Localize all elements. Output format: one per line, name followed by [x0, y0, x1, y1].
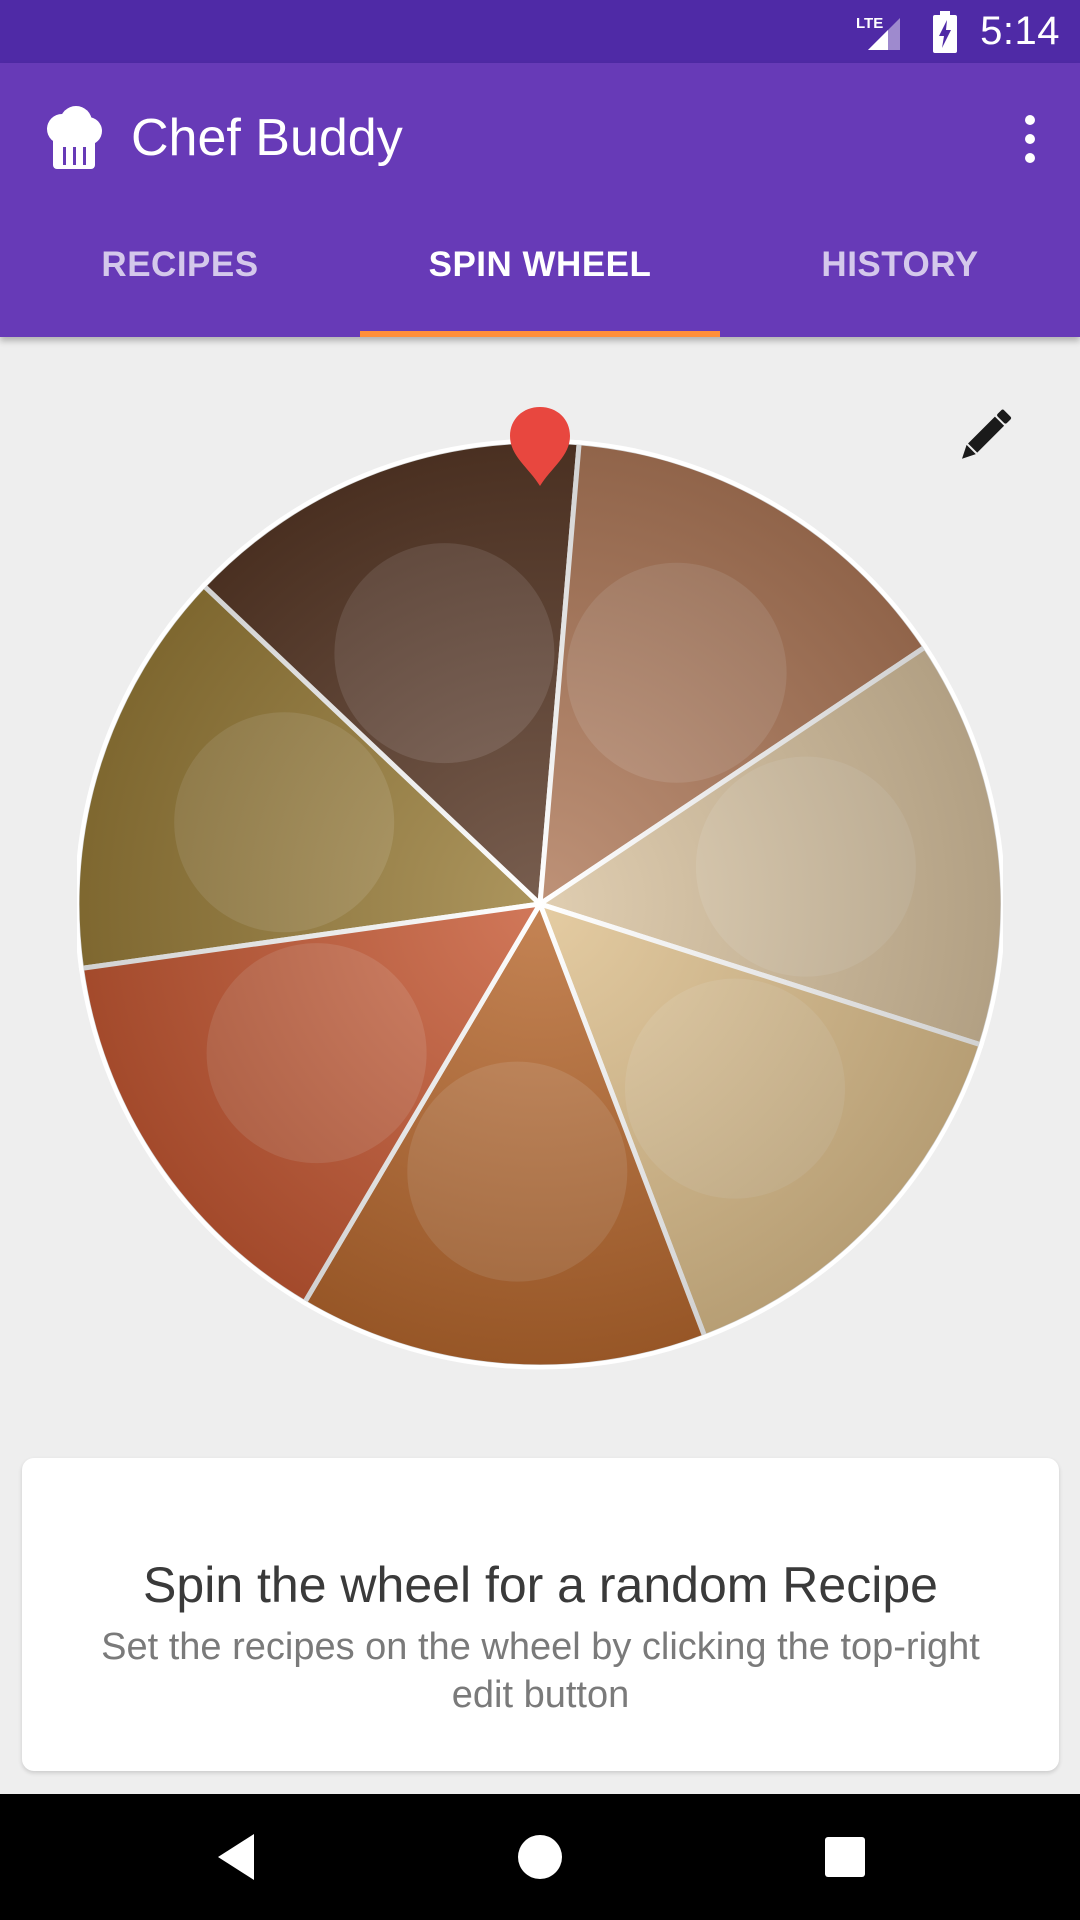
- back-icon[interactable]: [204, 1824, 270, 1890]
- chef-hat-icon: [47, 106, 102, 169]
- tab-spin-wheel[interactable]: SPIN WHEEL: [360, 213, 720, 337]
- wheel-graphic[interactable]: [77, 407, 1003, 1387]
- lte-signal-icon: LTE: [856, 15, 901, 50]
- status-bar: LTE 5:14: [0, 0, 1080, 63]
- info-card: Spin the wheel for a random Recipe Set t…: [22, 1458, 1059, 1771]
- recents-icon[interactable]: [812, 1824, 878, 1890]
- card-subtitle: Set the recipes on the wheel by clicking…: [101, 1626, 980, 1716]
- system-nav-bar: [0, 1794, 1080, 1920]
- more-vert-icon[interactable]: [1010, 111, 1050, 167]
- card-title: Spin the wheel for a random Recipe: [143, 1557, 938, 1613]
- app-title: Chef Buddy: [131, 109, 403, 167]
- svg-text:LTE: LTE: [856, 15, 883, 32]
- recipe-wheel[interactable]: [77, 407, 1003, 1387]
- app-bar: Chef Buddy RECIPES SPIN WHEEL HISTORY: [0, 63, 1080, 337]
- status-time: 5:14: [980, 9, 1060, 53]
- tab-bar: RECIPES SPIN WHEEL HISTORY: [0, 213, 1080, 337]
- spin-wheel-screen: Spin the wheel for a random Recipe Set t…: [0, 337, 1080, 1794]
- tab-recipes[interactable]: RECIPES: [0, 213, 360, 337]
- toolbar: Chef Buddy: [0, 63, 1080, 213]
- home-icon[interactable]: [507, 1824, 573, 1890]
- tab-history[interactable]: HISTORY: [720, 213, 1080, 337]
- battery-charging-icon: [933, 10, 958, 53]
